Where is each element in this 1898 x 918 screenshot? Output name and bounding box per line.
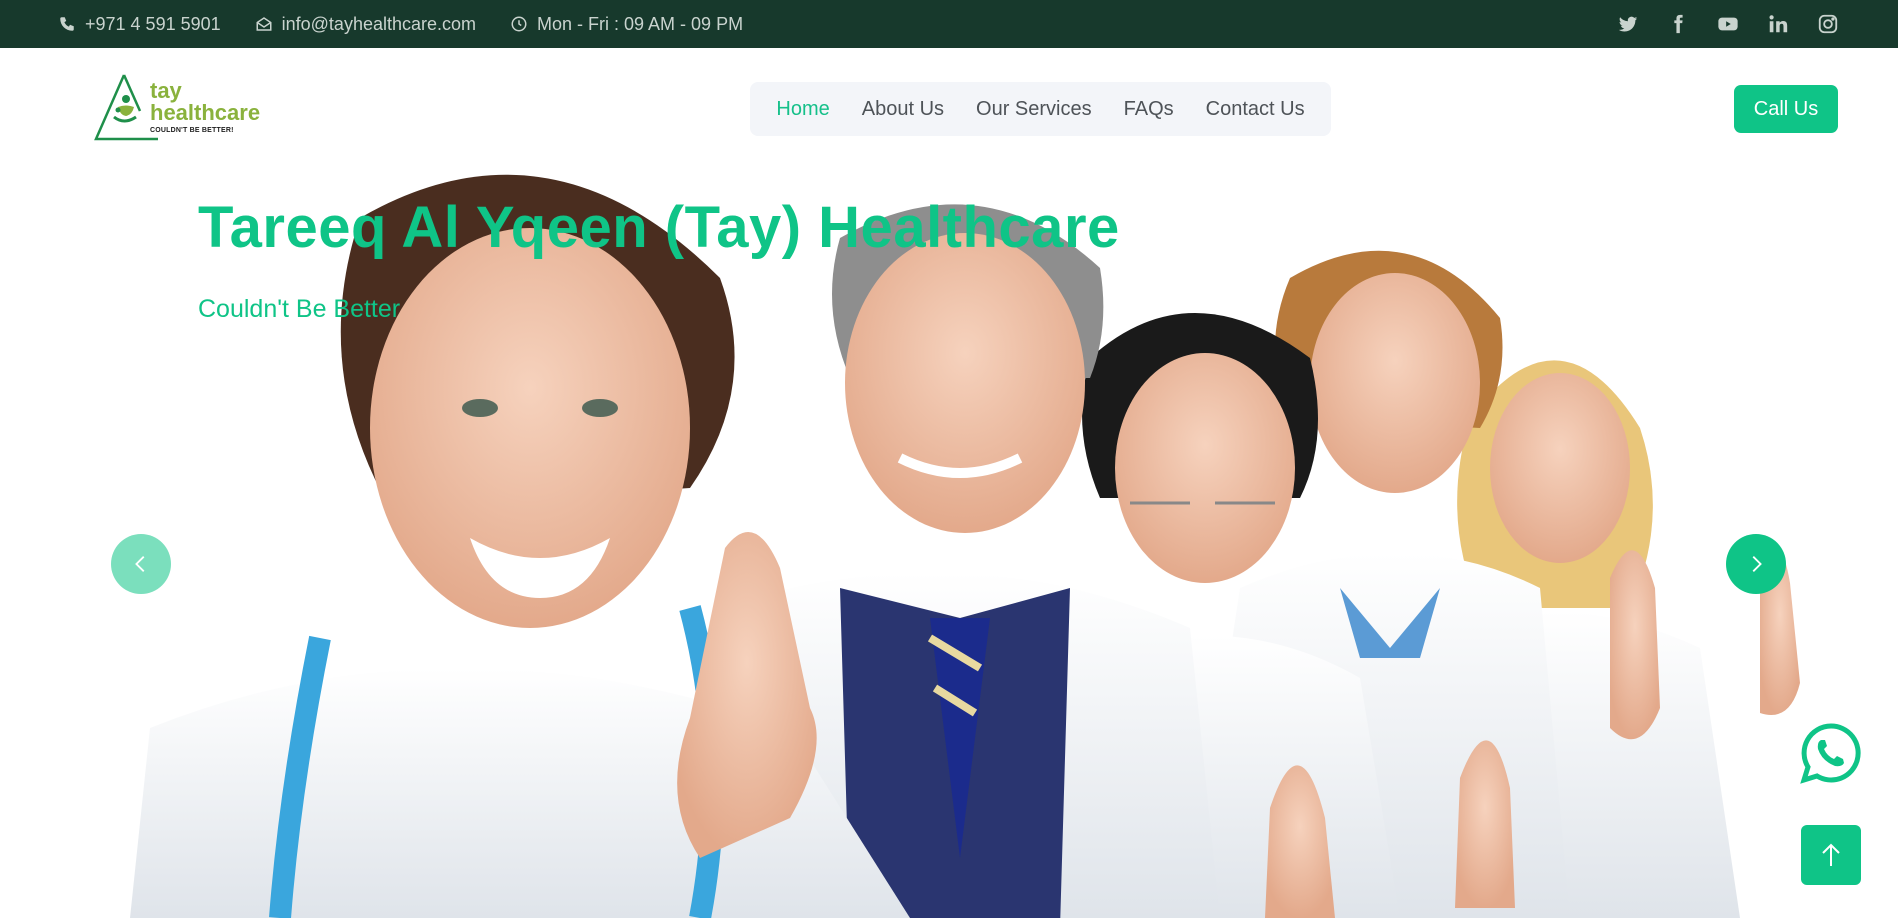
- facebook-icon[interactable]: [1666, 12, 1690, 36]
- social-links: [1616, 0, 1840, 48]
- chevron-right-icon: [1752, 556, 1762, 572]
- hero-slider: Tareeq Al Yqeen (Tay) Healthcare Couldn'…: [0, 168, 1898, 918]
- whatsapp-button[interactable]: [1800, 722, 1862, 784]
- twitter-icon[interactable]: [1616, 12, 1640, 36]
- nav-contact-us[interactable]: Contact Us: [1206, 98, 1305, 121]
- nav-our-services[interactable]: Our Services: [976, 98, 1092, 121]
- logo-wordmark: tay healthcare COULDN'T BE BETTER!: [150, 78, 261, 135]
- slider-prev-button[interactable]: [111, 534, 171, 594]
- arrow-up-icon: [1822, 843, 1840, 866]
- chevron-left-icon: [135, 556, 145, 572]
- hero-subtitle: Couldn't Be Better: [198, 295, 401, 323]
- logo-line1: tay: [150, 78, 182, 103]
- opening-hours: Mon - Fri : 09 AM - 09 PM: [537, 13, 744, 34]
- phone-item[interactable]: +971 4 591 5901: [58, 14, 221, 35]
- contact-info: +971 4 591 5901 info@tayhealthcare.com M…: [58, 0, 743, 48]
- call-us-button[interactable]: Call Us: [1734, 85, 1838, 133]
- logo-line2: healthcare: [150, 100, 261, 125]
- back-to-top-button[interactable]: [1801, 825, 1861, 885]
- hours-item: Mon - Fri : 09 AM - 09 PM: [510, 14, 743, 35]
- top-bar: +971 4 591 5901 info@tayhealthcare.com M…: [0, 0, 1898, 48]
- logo-tagline: COULDN'T BE BETTER!: [150, 127, 234, 134]
- hero-title: Tareeq Al Yqeen (Tay) Healthcare: [198, 195, 1120, 260]
- envelope-open-icon: [256, 17, 272, 31]
- phone-number: +971 4 591 5901: [85, 13, 221, 34]
- email-address: info@tayhealthcare.com: [281, 13, 477, 34]
- clock-icon: [511, 16, 527, 32]
- main-header: tay healthcare COULDN'T BE BETTER! Home …: [0, 48, 1898, 168]
- nav-home[interactable]: Home: [776, 98, 829, 121]
- nav-faqs[interactable]: FAQs: [1124, 98, 1174, 121]
- email-item[interactable]: info@tayhealthcare.com: [255, 14, 476, 35]
- nav-about-us[interactable]: About Us: [862, 98, 944, 121]
- slider-next-button[interactable]: [1726, 534, 1786, 594]
- logo[interactable]: tay healthcare COULDN'T BE BETTER!: [88, 70, 288, 144]
- whatsapp-icon: [1800, 723, 1861, 784]
- instagram-icon[interactable]: [1816, 12, 1840, 36]
- hero-image-doctors: [130, 174, 1800, 918]
- youtube-icon[interactable]: [1716, 12, 1740, 36]
- main-nav: Home About Us Our Services FAQs Contact …: [750, 82, 1331, 136]
- phone-icon: [60, 17, 74, 31]
- linkedin-icon[interactable]: [1766, 12, 1790, 36]
